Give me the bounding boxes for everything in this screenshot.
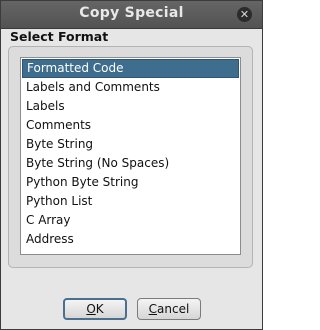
- list-item-python-byte-string[interactable]: Python Byte String: [22, 173, 239, 192]
- ok-mnemonic: O: [86, 302, 96, 316]
- ok-button[interactable]: OK: [63, 298, 127, 320]
- list-item-python-list[interactable]: Python List: [22, 192, 239, 211]
- group-title: Select Format: [10, 29, 109, 44]
- window-title: Copy Special: [79, 5, 184, 21]
- title-bar[interactable]: Copy Special ✕: [1, 1, 262, 29]
- list-item-comments[interactable]: Comments: [22, 116, 239, 135]
- list-item-byte-string[interactable]: Byte String: [22, 135, 239, 154]
- list-item-labels-and-comments[interactable]: Labels and Comments: [22, 78, 239, 97]
- cancel-button[interactable]: Cancel: [137, 298, 201, 320]
- list-item-address[interactable]: Address: [22, 230, 239, 249]
- cancel-mnemonic: C: [148, 302, 158, 316]
- cancel-label-rest: ancel: [157, 302, 190, 316]
- list-item-byte-string-no-spaces[interactable]: Byte String (No Spaces): [22, 154, 239, 173]
- list-item-c-array[interactable]: C Array: [22, 211, 239, 230]
- list-item-labels[interactable]: Labels: [22, 97, 239, 116]
- list-item-formatted-code[interactable]: Formatted Code: [22, 59, 239, 78]
- copy-special-dialog: Copy Special ✕ Select Format Formatted C…: [0, 0, 263, 330]
- ok-label-rest: K: [95, 302, 104, 316]
- format-list[interactable]: Formatted Code Labels and Comments Label…: [20, 57, 241, 255]
- format-group-box: Formatted Code Labels and Comments Label…: [8, 46, 253, 268]
- close-icon[interactable]: ✕: [237, 7, 252, 22]
